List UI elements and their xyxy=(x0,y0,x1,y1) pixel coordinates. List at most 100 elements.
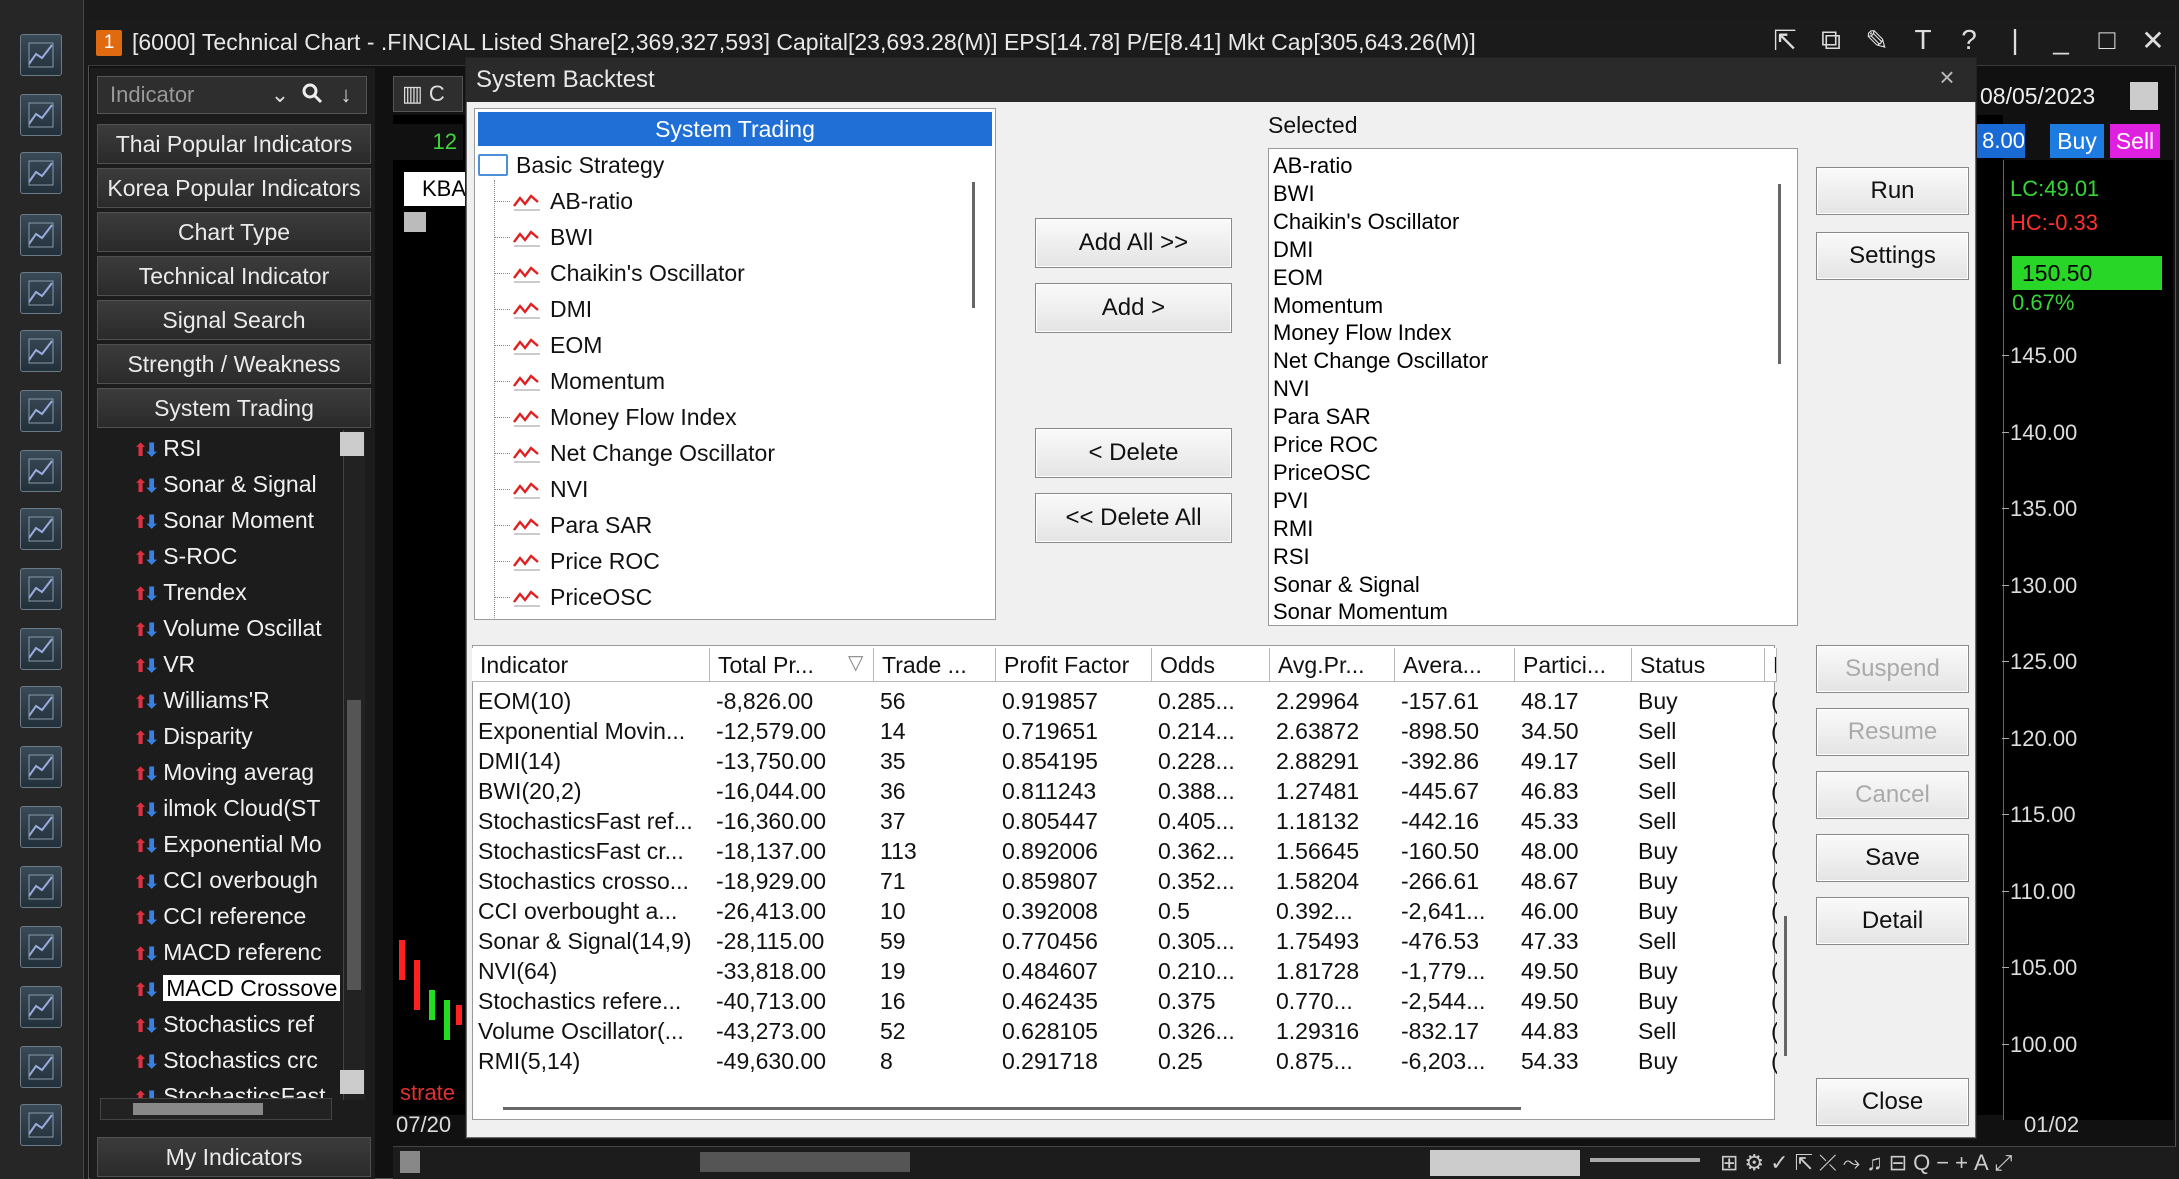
category-system-trading[interactable]: System Trading xyxy=(97,388,371,428)
pen-tool-icon[interactable]: ✎ xyxy=(1861,24,1893,57)
layout-icon[interactable] xyxy=(20,34,62,76)
category-thai-popular-indicators[interactable]: Thai Popular Indicators xyxy=(97,124,371,164)
sort-desc-icon[interactable]: ▽ xyxy=(848,650,863,675)
category-strength-weakness[interactable]: Strength / Weakness xyxy=(97,344,371,384)
selected-item[interactable]: Sonar & Signal xyxy=(1273,571,1420,598)
download-arrow-icon[interactable]: ↓ xyxy=(332,81,360,109)
hourglass-t-icon[interactable] xyxy=(20,1104,62,1146)
delete-all-button[interactable]: << Delete All xyxy=(1035,493,1232,543)
chart-add-icon[interactable] xyxy=(20,152,62,194)
selected-item[interactable]: AB-ratio xyxy=(1273,152,1352,179)
run-button[interactable]: Run xyxy=(1816,167,1969,215)
help-icon[interactable]: ? xyxy=(1953,24,1985,57)
side-list-scroll-thumb[interactable] xyxy=(347,700,361,990)
tree-item[interactable]: Price ROC xyxy=(512,546,660,576)
system-trading-item[interactable]: ⬆⬇ ilmok Cloud(ST xyxy=(133,791,343,825)
system-trading-item[interactable]: ⬆⬇ Williams'R xyxy=(133,683,343,717)
tree-item[interactable]: EOM xyxy=(512,330,602,360)
trend-icon[interactable] xyxy=(20,214,62,256)
bar-icon[interactable] xyxy=(20,866,62,908)
indicator-search-input[interactable]: Indicator ⌄ ↓ xyxy=(97,76,367,114)
zoom-slider[interactable] xyxy=(1590,1158,1700,1162)
selected-item[interactable]: Chaikin's Oscillator xyxy=(1273,208,1459,235)
selected-item[interactable]: Price ROC xyxy=(1273,431,1378,458)
column-header[interactable]: Status xyxy=(1632,648,1765,682)
column-header[interactable]: Avg.Pr... xyxy=(1270,648,1395,682)
my-indicators-button[interactable]: My Indicators xyxy=(97,1137,371,1177)
system-trading-item[interactable]: ⬆⬇ Exponential Mo xyxy=(133,827,343,861)
selected-item[interactable]: Momentum xyxy=(1273,292,1383,319)
dialog-close-icon[interactable]: × xyxy=(1932,62,1962,92)
system-trading-item[interactable]: ⬆⬇ Sonar & Signal xyxy=(133,467,343,501)
system-trading-item[interactable]: ⬆⬇ CCI reference xyxy=(133,899,343,933)
column-header[interactable]: Trade ... xyxy=(874,648,996,682)
text-tool-icon[interactable]: T xyxy=(1907,24,1939,57)
side-horizontal-thumb[interactable] xyxy=(133,1103,263,1115)
add-all-button[interactable]: Add All >> xyxy=(1035,218,1232,268)
scroll-down-icon[interactable] xyxy=(340,1070,364,1094)
column-header[interactable]: Partici... xyxy=(1515,648,1632,682)
playback-controls[interactable] xyxy=(1430,1150,1580,1176)
wave-icon[interactable] xyxy=(20,568,62,610)
settings-button[interactable]: Settings xyxy=(1816,232,1969,280)
detach-icon[interactable]: ⇱ xyxy=(1769,24,1801,57)
tree-item[interactable]: Para SAR xyxy=(512,510,652,540)
detail-button[interactable]: Detail xyxy=(1816,897,1969,945)
grid-icon[interactable] xyxy=(20,94,62,136)
cancel-button[interactable]: Cancel xyxy=(1816,771,1969,819)
tree-item[interactable]: Net Change Oscillator xyxy=(512,438,775,468)
close-button[interactable]: Close xyxy=(1816,1078,1969,1126)
system-trading-item[interactable]: ⬆⬇ Disparity xyxy=(133,719,343,753)
selected-item[interactable]: PriceOSC xyxy=(1273,459,1371,486)
selected-item[interactable]: PVI xyxy=(1273,487,1308,514)
column-header[interactable]: Avera... xyxy=(1395,648,1515,682)
search-icon[interactable] xyxy=(298,81,326,109)
cursor-icon[interactable] xyxy=(20,926,62,968)
compare-icon[interactable] xyxy=(20,390,62,432)
system-trading-item[interactable]: ⬆⬇ CCI overbough xyxy=(133,863,343,897)
sell-button[interactable]: Sell xyxy=(2110,124,2160,158)
auto-icon[interactable] xyxy=(20,508,62,550)
system-trading-item[interactable]: ⬆⬇ RSI xyxy=(133,431,343,465)
copy-window-icon[interactable]: ⧉ xyxy=(1815,24,1847,57)
delete-button[interactable]: < Delete xyxy=(1035,428,1232,478)
selected-item[interactable]: BWI xyxy=(1273,180,1315,207)
tree-item[interactable]: Money Flow Index xyxy=(512,402,737,432)
system-trading-item[interactable]: ⬆⬇ Stochastics crc xyxy=(133,1043,343,1077)
calendar-picker-icon[interactable] xyxy=(2130,82,2158,110)
suspend-button[interactable]: Suspend xyxy=(1816,645,1969,693)
selected-item[interactable]: Sonar Momentum xyxy=(1273,598,1448,625)
save-button[interactable]: Save xyxy=(1816,834,1969,882)
signal-icon[interactable] xyxy=(20,450,62,492)
results-horizontal-scrollbar[interactable] xyxy=(503,1107,1521,1110)
resume-button[interactable]: Resume xyxy=(1816,708,1969,756)
text-tool-icon[interactable] xyxy=(20,806,62,848)
system-trading-item[interactable]: ⬆⬇ Sonar Moment xyxy=(133,503,343,537)
system-trading-item[interactable]: ⬆⬇ S-ROC xyxy=(133,539,343,573)
layers-icon[interactable] xyxy=(20,686,62,728)
category-technical-indicator[interactable]: Technical Indicator xyxy=(97,256,371,296)
chart-toolbar-left[interactable]: ▥ C xyxy=(393,76,463,112)
column-header[interactable]: Odds xyxy=(1152,648,1270,682)
pattern-icon[interactable] xyxy=(20,272,62,314)
chart-symbol-box[interactable]: KBA xyxy=(398,172,466,206)
system-trading-item[interactable]: ⬆⬇ VR xyxy=(133,647,343,681)
volume-icon[interactable] xyxy=(20,628,62,670)
chart-scroll-thumb[interactable] xyxy=(700,1152,910,1172)
system-trading-item[interactable]: ⬆⬇ Trendex xyxy=(133,575,343,609)
column-header[interactable]: Indicator xyxy=(472,648,710,682)
system-trading-item[interactable]: ⬆⬇ Volume Oscillat xyxy=(133,611,343,645)
maximize-button[interactable]: □ xyxy=(2091,24,2123,57)
selected-item[interactable]: Money Flow Index xyxy=(1273,319,1452,346)
system-trading-item[interactable]: ⬆⬇ MACD Crossove xyxy=(133,971,343,1005)
buy-button[interactable]: Buy xyxy=(2050,124,2104,158)
selected-item[interactable]: RMI xyxy=(1273,515,1313,542)
system-trading-item[interactable]: ⬆⬇ Moving averag xyxy=(133,755,343,789)
column-header[interactable]: F xyxy=(1765,648,1777,682)
selected-item[interactable]: EOM xyxy=(1273,264,1323,291)
tree-item[interactable]: AB-ratio xyxy=(512,186,633,216)
chart-tool-icons[interactable]: ⊞⚙✓⇱⤫⤳♫⊟Q−+A⤢ xyxy=(1720,1150,2160,1176)
tree-item[interactable]: Momentum xyxy=(512,366,665,396)
selected-item[interactable]: Para SAR xyxy=(1273,403,1371,430)
results-vertical-scrollbar[interactable] xyxy=(1784,916,1787,1056)
